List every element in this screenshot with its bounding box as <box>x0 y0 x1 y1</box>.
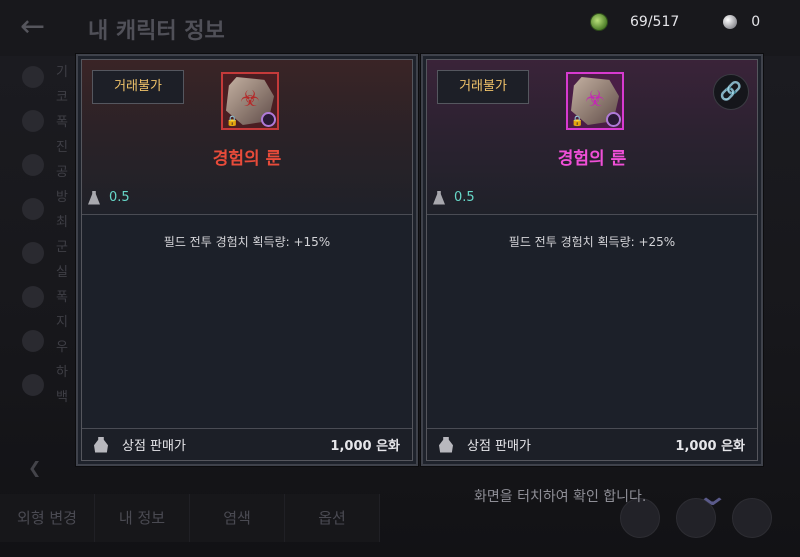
tab-my-info[interactable]: 내 정보 <box>95 494 190 542</box>
item-weight: 0.5 <box>88 190 130 205</box>
chevron-down-icon: ⌄ <box>694 478 731 513</box>
currency-bar: 69/517 0 <box>590 10 760 34</box>
gear-icon <box>261 112 276 127</box>
touch-hint[interactable]: 화면을 터치하여 확인 합니다. <box>474 486 646 506</box>
weight-icon <box>433 190 445 205</box>
sell-price-value: 1,000 은화 <box>675 439 745 454</box>
background-bottom-tabs: 외형 변경 내 정보 염색 옵션 <box>0 494 380 542</box>
trade-badge: 거래불가 <box>92 70 184 104</box>
green-coin-icon <box>590 13 608 31</box>
scroll-left-icon[interactable]: ❮ <box>28 458 41 477</box>
tab-dye[interactable]: 염색 <box>190 494 285 542</box>
trade-badge: 거래불가 <box>437 70 529 104</box>
gear-icon <box>606 112 621 127</box>
item-effect: 필드 전투 경험치 획득량: +15% <box>163 235 331 249</box>
item-name: 경험의 룬 <box>557 149 627 169</box>
weight-value: 0.5 <box>454 190 475 205</box>
item-name: 경험의 룬 <box>212 149 282 169</box>
green-coin-amount: 69/517 <box>630 14 680 30</box>
item-effect: 필드 전투 경험치 획득량: +25% <box>508 235 676 249</box>
link-icon[interactable]: 🔗 <box>713 74 749 110</box>
item-card-footer: 상점 판매가 1,000 은화 <box>427 428 757 460</box>
item-card-current: 거래불가 ☣ 🔒 경험의 룬 0.5 필드 전투 경험치 획득량: +15% 상… <box>76 54 418 466</box>
weight-value: 0.5 <box>109 190 130 205</box>
sell-price-value: 1,000 은화 <box>330 439 400 454</box>
item-card-header: 거래불가 ☣ 🔒 경험의 룬 🔗 0.5 <box>427 60 757 214</box>
sell-price-label: 상점 판매가 <box>122 439 186 454</box>
lock-icon: 🔒 <box>226 116 239 127</box>
rune-item-icon: ☣ 🔒 <box>221 72 279 130</box>
white-coin-amount: 0 <box>751 14 761 30</box>
rune-item-icon: ☣ 🔒 <box>566 72 624 130</box>
lock-icon: 🔒 <box>571 116 584 127</box>
sell-price-label: 상점 판매가 <box>467 439 531 454</box>
weight-icon <box>88 190 100 205</box>
bag-icon <box>439 436 453 453</box>
item-card-compare: 거래불가 ☣ 🔒 경험의 룬 🔗 0.5 필드 전투 경험치 획득량: +25%… <box>421 54 763 466</box>
item-card-header: 거래불가 ☣ 🔒 경험의 룬 0.5 <box>82 60 412 214</box>
white-coin-icon <box>723 15 738 29</box>
background-stat-labels: 기 코 폭 진 공 방 최 군 실 폭 지 우 하 백 <box>56 65 68 405</box>
background-title: 내 캐릭터 정보 <box>88 19 225 44</box>
tab-appearance[interactable]: 외형 변경 <box>0 494 95 542</box>
item-card-body: 필드 전투 경험치 획득량: +15% <box>82 215 412 428</box>
item-card-body: 필드 전투 경험치 획득량: +25% <box>427 215 757 428</box>
item-weight: 0.5 <box>433 190 475 205</box>
tab-options[interactable]: 옵션 <box>285 494 380 542</box>
back-arrow-icon[interactable]: ← <box>20 12 45 42</box>
bag-icon <box>94 436 108 453</box>
item-card-footer: 상점 판매가 1,000 은화 <box>82 428 412 460</box>
